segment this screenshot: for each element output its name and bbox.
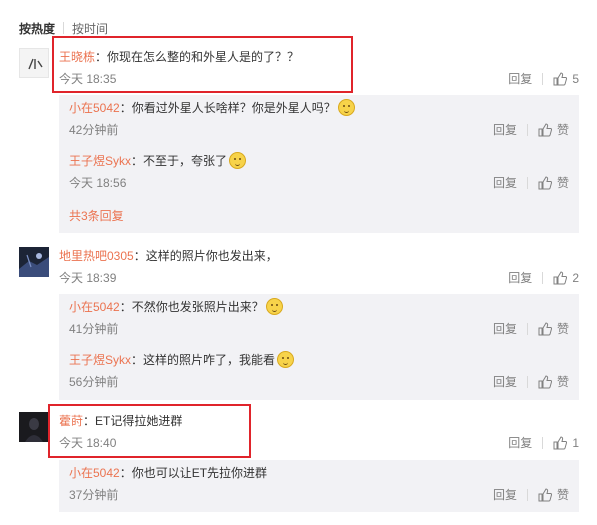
emoji-icon bbox=[277, 351, 295, 368]
avatar[interactable] bbox=[19, 247, 49, 277]
like-count: 5 bbox=[572, 72, 579, 86]
thumbs-up-icon bbox=[538, 375, 552, 389]
emoji-icon bbox=[337, 99, 355, 116]
reply-button[interactable]: 回复 bbox=[493, 121, 517, 139]
like-label: 赞 bbox=[556, 322, 569, 336]
sort-by-hot-tab[interactable]: 按热度 bbox=[19, 20, 55, 37]
comment-text: ：这样的照片你也发出来， bbox=[133, 249, 278, 263]
reply-box: 小在5042：你看过外星人长啥样？你是外星人吗？ 42分钟前 回复 赞 王子煜S… bbox=[59, 95, 579, 233]
reply-text: ：不至于，夸张了 bbox=[131, 154, 228, 168]
reply-time: 41分钟前 bbox=[69, 322, 119, 336]
action-divider bbox=[526, 323, 528, 335]
reply-button[interactable]: 回复 bbox=[508, 269, 532, 287]
reply-time: 42分钟前 bbox=[69, 123, 119, 137]
thumbs-up-icon bbox=[538, 123, 552, 137]
comment-actions: 回复 5 bbox=[508, 70, 579, 88]
highlight-box bbox=[52, 36, 353, 93]
reply-item: 王子煜Sykx：不至于，夸张了 今天 18:56 回复 赞 bbox=[69, 152, 569, 192]
like-count: 2 bbox=[572, 271, 579, 285]
reply-username[interactable]: 小在5042 bbox=[69, 466, 120, 480]
highlight-box bbox=[48, 404, 251, 458]
reply-time: 今天 18:56 bbox=[69, 176, 127, 190]
reply-item: 小在5042：不然你也发张照片出来？ 41分钟前 回复 赞 bbox=[69, 298, 569, 338]
reply-button[interactable]: 回复 bbox=[493, 320, 517, 338]
reply-box: 小在5042：你也可以让ET先拉你进群 37分钟前 回复 赞 bbox=[59, 460, 579, 512]
like-label: 赞 bbox=[556, 375, 569, 389]
reply-item: 王子煜Sykx：这样的照片咋了，我能看 56分钟前 回复 赞 bbox=[69, 351, 569, 391]
action-divider bbox=[542, 437, 544, 449]
like-label: 赞 bbox=[556, 123, 569, 137]
emoji-icon bbox=[229, 152, 247, 169]
reply-time: 56分钟前 bbox=[69, 375, 119, 389]
reply-button[interactable]: 回复 bbox=[493, 373, 517, 391]
sort-by-time-tab[interactable]: 按时间 bbox=[72, 20, 108, 37]
like-button[interactable]: 5 bbox=[553, 70, 579, 88]
action-divider bbox=[542, 73, 544, 85]
like-button[interactable]: 1 bbox=[553, 434, 579, 452]
reply-username[interactable]: 王子煜Sykx bbox=[69, 154, 131, 168]
avatar[interactable] bbox=[19, 48, 49, 78]
reply-box: 小在5042：不然你也发张照片出来？ 41分钟前 回复 赞 王子煜Sykx：这样… bbox=[59, 294, 579, 400]
sort-divider bbox=[63, 22, 65, 34]
reply-username[interactable]: 小在5042 bbox=[69, 300, 120, 314]
reply-item: 小在5042：你看过外星人长啥样？你是外星人吗？ 42分钟前 回复 赞 bbox=[69, 99, 569, 139]
like-button[interactable]: 赞 bbox=[538, 373, 569, 391]
like-button[interactable]: 赞 bbox=[538, 174, 569, 192]
thumbs-up-icon bbox=[553, 436, 568, 450]
avatar-image bbox=[19, 247, 49, 277]
like-button[interactable]: 2 bbox=[553, 269, 579, 287]
avatar-image bbox=[28, 58, 43, 70]
like-label: 赞 bbox=[556, 488, 569, 502]
reply-button[interactable]: 回复 bbox=[493, 486, 517, 504]
reply-text: ：不然你也发张照片出来？ bbox=[119, 300, 264, 314]
thumbs-up-icon bbox=[553, 72, 568, 86]
comment: 地里热吧0305：这样的照片你也发出来， 今天 18:39 回复 2 bbox=[19, 247, 579, 287]
action-divider bbox=[526, 489, 528, 501]
action-divider bbox=[542, 272, 544, 284]
like-count: 1 bbox=[572, 436, 579, 450]
emoji-icon bbox=[265, 298, 283, 315]
reply-button[interactable]: 回复 bbox=[493, 174, 517, 192]
thumbs-up-icon bbox=[538, 488, 552, 502]
reply-button[interactable]: 回复 bbox=[508, 434, 532, 452]
like-button[interactable]: 赞 bbox=[538, 486, 569, 504]
avatar-image bbox=[19, 412, 49, 442]
avatar[interactable] bbox=[19, 412, 49, 442]
action-divider bbox=[526, 376, 528, 388]
comment-username[interactable]: 地里热吧0305 bbox=[59, 249, 134, 263]
reply-time: 37分钟前 bbox=[69, 488, 119, 502]
like-button[interactable]: 赞 bbox=[538, 121, 569, 139]
more-replies-link[interactable]: 共3条回复 bbox=[69, 207, 124, 225]
like-label: 赞 bbox=[556, 176, 569, 190]
reply-button[interactable]: 回复 bbox=[508, 70, 532, 88]
reply-item: 小在5042：你也可以让ET先拉你进群 37分钟前 回复 赞 bbox=[69, 464, 569, 504]
thumbs-up-icon bbox=[553, 271, 568, 285]
reply-text: ：你也可以让ET先拉你进群 bbox=[119, 466, 268, 480]
thumbs-up-icon bbox=[538, 322, 552, 336]
reply-text: ：这样的照片咋了，我能看 bbox=[131, 353, 276, 367]
action-divider bbox=[526, 124, 528, 136]
like-button[interactable]: 赞 bbox=[538, 320, 569, 338]
thumbs-up-icon bbox=[538, 176, 552, 190]
reply-username[interactable]: 王子煜Sykx bbox=[69, 353, 131, 367]
comment-time: 今天 18:39 bbox=[59, 271, 117, 285]
action-divider bbox=[526, 177, 528, 189]
reply-text: ：你看过外星人长啥样？你是外星人吗？ bbox=[119, 101, 336, 115]
sort-bar: 按热度 按时间 bbox=[19, 20, 108, 36]
reply-username[interactable]: 小在5042 bbox=[69, 101, 120, 115]
